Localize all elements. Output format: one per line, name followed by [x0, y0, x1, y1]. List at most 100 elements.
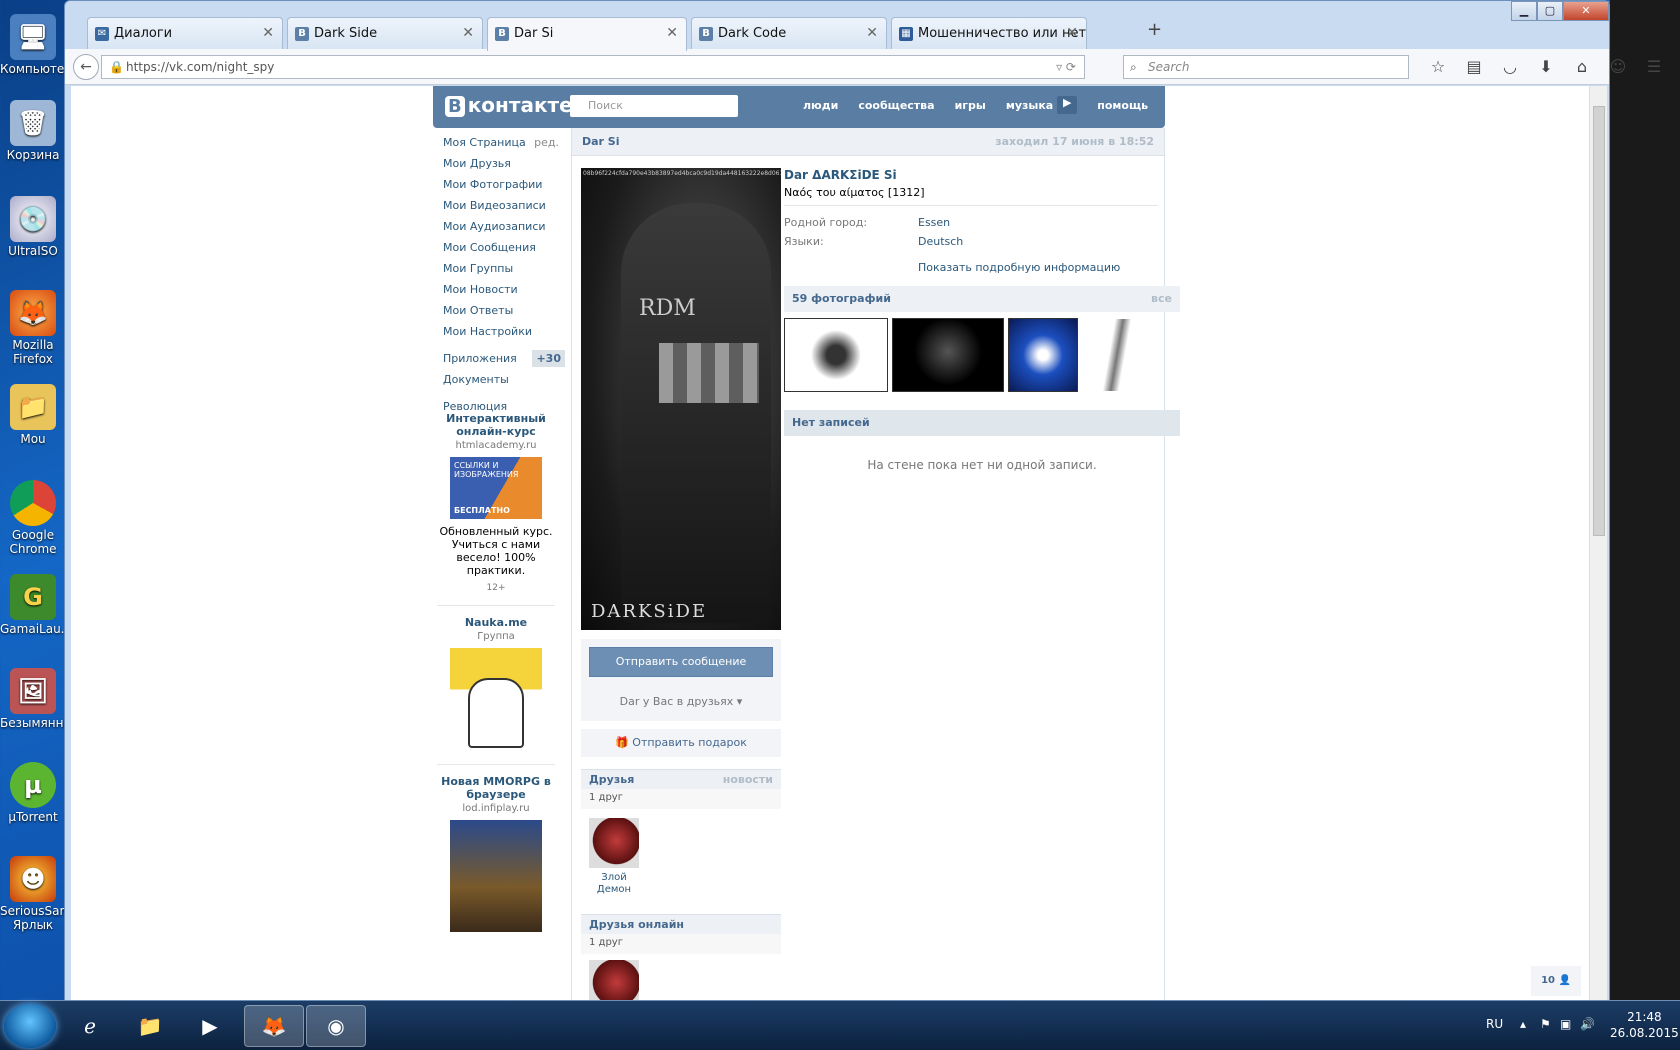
menu-my-audio[interactable]: Мои Аудиозаписи	[433, 216, 565, 237]
tab-dark-code[interactable]: B Dark Code ✕	[691, 17, 887, 49]
online-counter[interactable]: 10 👤	[1531, 966, 1581, 996]
desktop-icon-utorrent[interactable]: µ µTorrent	[0, 762, 66, 824]
url-bar[interactable]: 🔒 https://vk.com/night_spy ▿ ⟳	[101, 55, 1085, 79]
new-tab-button[interactable]: +	[1147, 19, 1162, 40]
desktop-icon-untitled[interactable]: 🖼 Безымянный	[0, 668, 81, 730]
menu-my-videos[interactable]: Мои Видеозаписи	[433, 195, 565, 216]
chat-icon[interactable]: ☺	[1600, 57, 1636, 76]
menu-my-page[interactable]: Моя Страница ред.	[433, 132, 565, 153]
menu-my-photos[interactable]: Мои Фотографии	[433, 174, 565, 195]
friends-online-header[interactable]: Друзья онлайн	[581, 914, 781, 934]
menu-my-answers[interactable]: Мои Ответы	[433, 300, 565, 321]
pocket-icon[interactable]: ◡	[1492, 57, 1528, 76]
desktop-icon-gamai[interactable]: G GamaiLau...	[0, 574, 72, 636]
vk-logo[interactable]: Вконтакте	[445, 93, 573, 117]
flag-icon[interactable]: ⚑	[1540, 1017, 1551, 1031]
friend-online-card[interactable]	[589, 960, 639, 1002]
minimize-button[interactable]: ▁	[1511, 1, 1537, 21]
menu-my-friends[interactable]: Мои Друзья	[433, 153, 565, 174]
desktop-icon-ultraiso[interactable]: 💿 UltraISO	[0, 196, 66, 258]
menu-documents[interactable]: Документы	[433, 369, 565, 390]
send-message-button[interactable]: Отправить сообщение	[589, 647, 773, 677]
tab-dialogs[interactable]: ✉ Диалоги ✕	[87, 17, 283, 49]
page-scrollbar[interactable]	[1589, 86, 1607, 1002]
nav-games[interactable]: игры	[955, 99, 986, 114]
ad-mmorpg[interactable]: Новая MMORPG в браузере lod.infiplay.ru	[437, 764, 555, 932]
vk-icon: B	[295, 27, 309, 41]
menu-my-news[interactable]: Мои Новости	[433, 279, 565, 300]
ad-nauka[interactable]: Nauka.me Группа	[437, 605, 555, 752]
close-tab-icon[interactable]: ✕	[666, 25, 678, 41]
reading-list-icon[interactable]: ▤	[1456, 57, 1492, 76]
folder-icon: 📁	[10, 384, 56, 430]
start-button[interactable]	[4, 1004, 56, 1048]
ad-htmlacademy[interactable]: Интерактивный онлайн-курс htmlacademy.ru…	[437, 412, 555, 593]
taskbar-media[interactable]: ▶	[180, 1005, 240, 1047]
chrome-icon: ◉	[327, 1014, 345, 1038]
network-icon[interactable]: ▣	[1560, 1017, 1571, 1031]
tab-dark-side[interactable]: B Dark Side ✕	[287, 17, 483, 49]
close-tab-icon[interactable]: ✕	[866, 25, 878, 41]
desktop-icon-recycle-bin[interactable]: 🗑 Корзина	[0, 100, 66, 162]
bookmark-star-icon[interactable]: ☆	[1420, 57, 1456, 76]
maximize-button[interactable]: ▢	[1537, 1, 1563, 21]
desktop-icon-folder[interactable]: 📁 Mou	[0, 384, 66, 446]
taskbar: ℯ 📁 ▶ 🦊 ◉ RU ▴ ⚑ ▣ 🔊 21:48 26.08.2015	[0, 1000, 1680, 1050]
media-player-icon: ▶	[202, 1014, 218, 1038]
reload-icon[interactable]: ▿ ⟳	[1056, 56, 1076, 78]
desktop-icon-firefox[interactable]: 🦊 Mozilla Firefox	[0, 290, 66, 366]
nav-music[interactable]: музыка	[1006, 99, 1053, 114]
taskbar-chrome[interactable]: ◉	[306, 1005, 366, 1047]
close-window-button[interactable]: ✕	[1563, 1, 1609, 21]
menu-my-messages[interactable]: Мои Сообщения	[433, 237, 565, 258]
language-indicator[interactable]: RU	[1486, 1017, 1503, 1031]
friend-card[interactable]: Злой Демон	[589, 818, 639, 896]
desktop: 🖥 Компьютер 🗑 Корзина 💿 UltraISO 🦊 Mozilla F…	[0, 0, 81, 1000]
clock[interactable]: 21:48 26.08.2015	[1610, 1009, 1679, 1041]
photo-thumbnail[interactable]	[784, 318, 888, 392]
nav-logout[interactable]: выйти	[1168, 99, 1207, 114]
menu-apps[interactable]: Приложения +30	[433, 348, 565, 369]
photos-header[interactable]: 59 фотографий все	[784, 286, 1180, 312]
back-button[interactable]: ←	[73, 54, 99, 80]
close-tab-icon[interactable]: ✕	[462, 25, 474, 41]
all-photos-link[interactable]: все	[1151, 292, 1172, 305]
tray-arrow-icon[interactable]: ▴	[1520, 1017, 1526, 1031]
profile-info: Dar ΔARKΣiDE Si Ναός του αίματος [1312] …	[784, 168, 1158, 274]
friend-status-dropdown[interactable]: Dar у Вас в друзьях ▾	[581, 695, 781, 708]
menu-my-groups[interactable]: Мои Группы	[433, 258, 565, 279]
desktop-icon-chrome[interactable]: Google Chrome	[0, 480, 66, 556]
vk-search-input[interactable]: Поиск	[570, 95, 738, 117]
friends-header[interactable]: Друзья новости	[581, 769, 781, 789]
photo-thumbnail[interactable]	[892, 318, 1004, 392]
edit-link[interactable]: ред.	[534, 132, 559, 153]
volume-icon[interactable]: 🔊	[1580, 1017, 1595, 1031]
play-icon[interactable]: ▶	[1057, 96, 1078, 114]
menu-icon[interactable]: ☰	[1636, 57, 1672, 76]
profile-photo[interactable]: 08b96f224cfda790e43b83897ed4bca0c9d19da4…	[581, 168, 781, 630]
computer-icon: 🖥	[10, 14, 56, 60]
photo-thumbnail[interactable]	[1008, 318, 1078, 392]
taskbar-ie[interactable]: ℯ	[60, 1005, 120, 1047]
home-icon[interactable]: ⌂	[1564, 57, 1600, 76]
show-more-info-link[interactable]: Показать подробную информацию	[918, 261, 1158, 274]
nav-communities[interactable]: сообщества	[858, 99, 934, 114]
send-gift-button[interactable]: 🎁 Отправить подарок	[581, 729, 781, 757]
search-input[interactable]: ⌕ Search	[1123, 55, 1409, 79]
desktop-icon-computer[interactable]: 🖥 Компьютер	[0, 14, 72, 76]
taskbar-explorer[interactable]: 📁	[120, 1005, 180, 1047]
photo-thumbnail[interactable]	[1082, 318, 1152, 392]
scrollbar-thumb[interactable]	[1593, 106, 1605, 536]
close-tab-icon[interactable]: ✕	[262, 25, 274, 41]
download-icon[interactable]: ⬇	[1528, 57, 1564, 76]
tab-dar-si[interactable]: B Dar Si ✕	[487, 17, 687, 51]
nav-people[interactable]: люди	[803, 99, 838, 114]
vk-icon: B	[699, 27, 713, 41]
internet-explorer-icon: ℯ	[84, 1014, 96, 1038]
menu-my-settings[interactable]: Мои Настройки	[433, 321, 565, 342]
nav-help[interactable]: помощь	[1097, 99, 1148, 114]
close-tab-icon[interactable]: ✕	[1066, 25, 1078, 41]
tab-fraud[interactable]: ▦ Мошенничество или нет... ✕	[891, 17, 1087, 49]
taskbar-firefox[interactable]: 🦊	[244, 1005, 304, 1047]
desktop-icon-serioussam[interactable]: ☻ SeriousSam Ярлык	[0, 856, 71, 932]
